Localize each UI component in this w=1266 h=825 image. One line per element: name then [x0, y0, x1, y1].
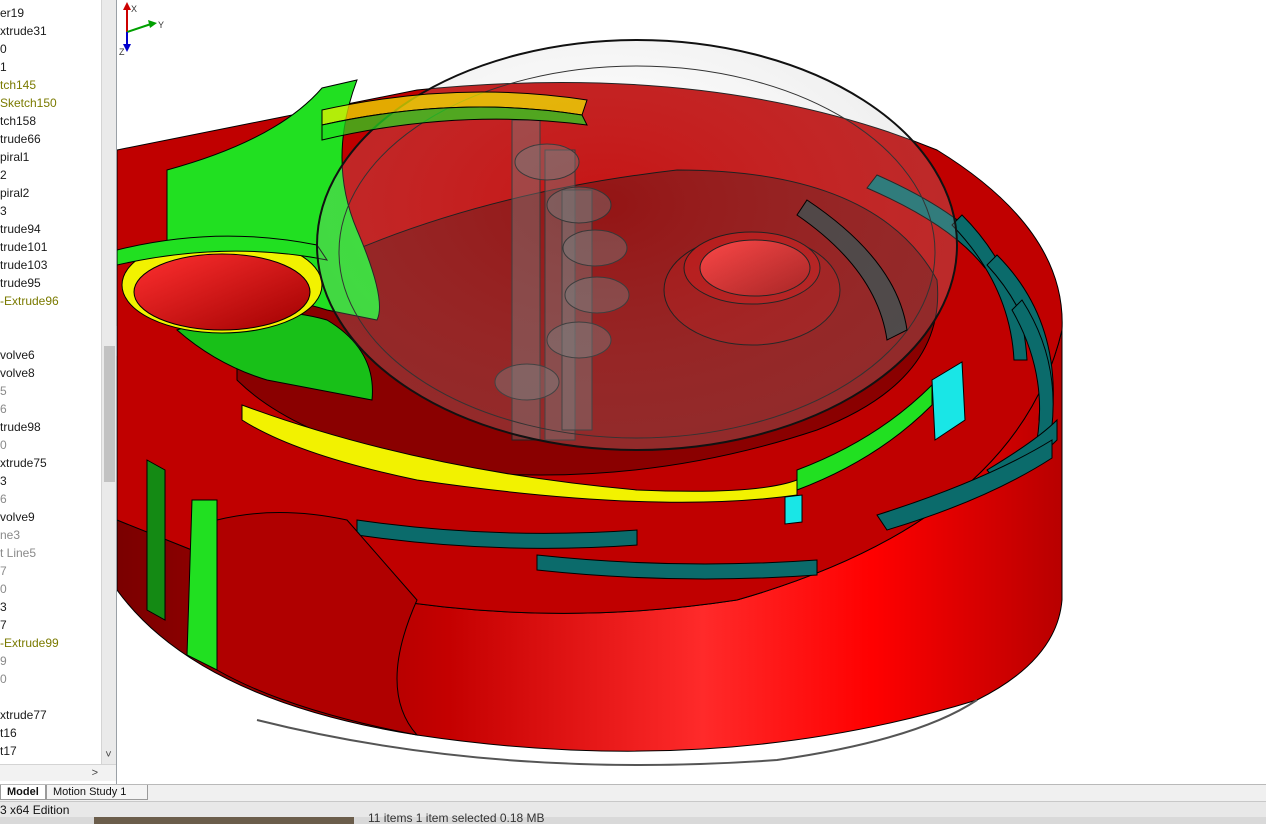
tree-item[interactable]: piral2 — [0, 184, 104, 202]
triad-z-label: Z — [119, 47, 125, 56]
scroll-down-icon[interactable]: ˅ — [101, 746, 116, 764]
tree-item[interactable]: 3 — [0, 202, 104, 220]
tree-item[interactable]: t17 — [0, 742, 104, 760]
triad-x-arrow — [123, 2, 131, 10]
status-bar: 3 x64 Edition — [0, 801, 1266, 818]
triad-y-axis — [126, 23, 152, 33]
left-green-strip — [146, 459, 166, 621]
tree-item[interactable]: xtrude77 — [0, 706, 104, 724]
tree-item[interactable]: 3 — [0, 598, 104, 616]
tree-item[interactable]: piral1 — [0, 148, 104, 166]
tree-vertical-scrollbar[interactable] — [101, 0, 116, 764]
tree-item[interactable]: t Line5 — [0, 544, 104, 562]
explorer-status-text: 11 items 1 item selected 0.18 MB — [368, 811, 545, 825]
tree-item[interactable] — [0, 310, 104, 328]
explorer-taskbar-strip: 11 items 1 item selected 0.18 MB — [0, 811, 1266, 825]
tree-item[interactable]: volve8 — [0, 364, 104, 382]
tree-item[interactable]: 2 — [0, 166, 104, 184]
view-triad: X Y Z — [119, 2, 164, 56]
tree-item[interactable] — [0, 688, 104, 706]
bottom-tab-bar: Model Motion Study 1 — [0, 784, 1266, 801]
tree-item[interactable]: trude101 — [0, 238, 104, 256]
tree-item[interactable]: 9 — [0, 652, 104, 670]
tree-item[interactable]: volve6 — [0, 346, 104, 364]
tree-item[interactable]: trude98 — [0, 418, 104, 436]
tree-item[interactable]: trude103 — [0, 256, 104, 274]
tree-item[interactable]: ne3 — [0, 526, 104, 544]
tree-item[interactable]: tch145 — [0, 76, 104, 94]
tree-item[interactable] — [0, 328, 104, 346]
triad-y-arrow — [148, 20, 157, 28]
tree-item[interactable]: trude95 — [0, 274, 104, 292]
tree-item[interactable]: er19 — [0, 4, 104, 22]
tree-item[interactable]: xtrude31 — [0, 22, 104, 40]
tree-item[interactable]: t16 — [0, 724, 104, 742]
tree-item[interactable]: 0 — [0, 436, 104, 454]
cyan-slot — [784, 494, 803, 525]
scroll-right-icon[interactable]: > — [92, 765, 98, 781]
tree-item[interactable]: -Extrude96 — [0, 292, 104, 310]
edition-label: 3 x64 Edition — [0, 803, 70, 817]
graphics-area[interactable]: X Y Z — [117, 0, 1266, 784]
tab-model[interactable]: Model — [0, 785, 46, 800]
tree-item[interactable]: Sketch150 — [0, 94, 104, 112]
tree-item[interactable]: 6 — [0, 490, 104, 508]
tree-item[interactable]: 5 — [0, 382, 104, 400]
feature-tree-list: er19 xtrude31 0 1 tch145 Sketch150 tch158 trude… — [0, 4, 104, 760]
feature-manager-tree: er19 xtrude31 0 1 tch145 Sketch150 tch158 trude… — [0, 0, 117, 784]
tree-item[interactable]: trude66 — [0, 130, 104, 148]
tree-item[interactable]: 1 — [0, 58, 104, 76]
triad-y-label: Y — [158, 20, 164, 30]
left-bore — [133, 253, 311, 331]
tree-item[interactable]: -Extrude99 — [0, 634, 104, 652]
cad-model-view — [117, 39, 1063, 766]
tree-item[interactable]: volve9 — [0, 508, 104, 526]
explorer-thumbnail — [94, 817, 354, 824]
tree-item[interactable]: 0 — [0, 40, 104, 58]
tree-scroll-thumb[interactable] — [104, 346, 115, 482]
tree-horizontal-scrollbar[interactable]: > — [0, 764, 116, 781]
tree-item[interactable]: 7 — [0, 616, 104, 634]
tree-item[interactable]: 0 — [0, 670, 104, 688]
tree-item[interactable]: 6 — [0, 400, 104, 418]
left-green-face — [186, 499, 218, 671]
triad-x-label: X — [131, 4, 137, 14]
tree-item[interactable]: 0 — [0, 580, 104, 598]
tab-motion-study[interactable]: Motion Study 1 — [46, 785, 148, 800]
tree-item[interactable]: trude94 — [0, 220, 104, 238]
tree-item[interactable]: 3 — [0, 472, 104, 490]
tree-item[interactable]: xtrude75 — [0, 454, 104, 472]
tree-item[interactable]: 7 — [0, 562, 104, 580]
tree-item[interactable]: tch158 — [0, 112, 104, 130]
